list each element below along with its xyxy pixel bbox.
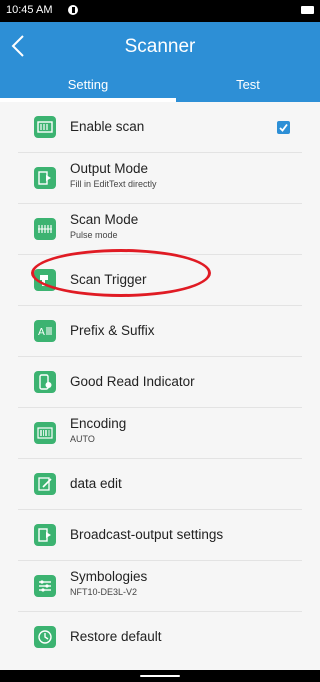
setting-label: data edit bbox=[70, 476, 122, 491]
svg-text:A: A bbox=[38, 327, 45, 338]
enable-scan-checkbox[interactable] bbox=[277, 121, 290, 134]
setting-output-mode[interactable]: Output Mode Fill in EditText directly bbox=[18, 153, 302, 204]
setting-label: Good Read Indicator bbox=[70, 374, 195, 389]
encoding-icon bbox=[34, 422, 56, 444]
setting-good-read-indicator[interactable]: Good Read Indicator bbox=[18, 357, 302, 408]
setting-label: Scan Mode bbox=[70, 212, 139, 227]
scan-enable-icon bbox=[34, 116, 56, 138]
navigation-bar bbox=[0, 670, 320, 682]
setting-enable-scan[interactable]: Enable scan bbox=[18, 102, 302, 153]
setting-label: Enable scan bbox=[70, 119, 145, 134]
setting-data-edit[interactable]: data edit bbox=[18, 459, 302, 510]
setting-label: Symbologies bbox=[70, 569, 148, 584]
output-icon bbox=[34, 167, 56, 189]
status-time: 10:45 AM bbox=[6, 4, 53, 16]
setting-broadcast-output[interactable]: Broadcast-output settings bbox=[18, 510, 302, 561]
status-bar: 10:45 AM bbox=[0, 0, 320, 22]
setting-encoding[interactable]: Encoding AUTO bbox=[18, 408, 302, 459]
prefix-suffix-icon: A bbox=[34, 320, 56, 342]
setting-label: Prefix & Suffix bbox=[70, 323, 155, 338]
good-read-icon bbox=[34, 371, 56, 393]
trigger-icon bbox=[34, 269, 56, 291]
symbologies-icon bbox=[34, 575, 56, 597]
setting-label: Restore default bbox=[70, 629, 162, 644]
setting-label: Output Mode bbox=[70, 161, 149, 176]
setting-subtitle: AUTO bbox=[70, 434, 95, 444]
setting-label: Encoding bbox=[70, 416, 127, 431]
setting-prefix-suffix[interactable]: A Prefix & Suffix bbox=[18, 306, 302, 357]
setting-subtitle: NFT10-DE3L-V2 bbox=[70, 587, 138, 597]
setting-symbologies[interactable]: Symbologies NFT10-DE3L-V2 bbox=[18, 561, 302, 612]
edit-icon bbox=[34, 473, 56, 495]
setting-scan-trigger[interactable]: Scan Trigger bbox=[18, 255, 302, 306]
settings-list: Enable scan Output Mode Fill in EditText… bbox=[0, 102, 320, 670]
restore-icon bbox=[34, 626, 56, 648]
sim-icon bbox=[68, 5, 78, 15]
setting-label: Scan Trigger bbox=[70, 272, 147, 287]
app-bar: Scanner bbox=[0, 22, 320, 72]
tab-test[interactable]: Test bbox=[176, 72, 320, 102]
battery-icon bbox=[301, 6, 314, 14]
home-indicator[interactable] bbox=[140, 675, 180, 677]
setting-subtitle: Fill in EditText directly bbox=[70, 179, 157, 189]
setting-subtitle: Pulse mode bbox=[70, 230, 118, 240]
setting-restore-default[interactable]: Restore default bbox=[18, 612, 302, 663]
barcode-icon bbox=[34, 218, 56, 240]
setting-label: Broadcast-output settings bbox=[70, 527, 224, 542]
setting-scan-mode[interactable]: Scan Mode Pulse mode bbox=[18, 204, 302, 255]
broadcast-icon bbox=[34, 524, 56, 546]
page-title: Scanner bbox=[124, 36, 196, 57]
